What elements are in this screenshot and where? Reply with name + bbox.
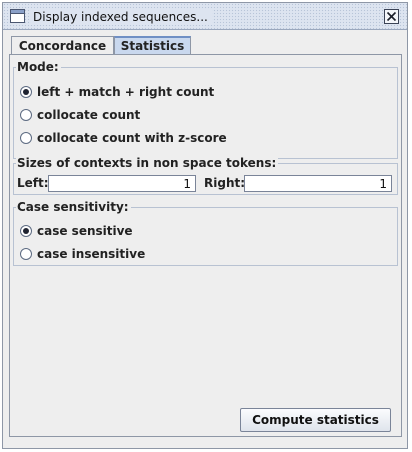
title-bar[interactable]: Display indexed sequences... <box>3 3 407 30</box>
tab-statistics[interactable]: Statistics <box>114 36 191 55</box>
radio-button[interactable] <box>20 109 32 121</box>
radio-label: left + match + right count <box>37 85 215 99</box>
radio-button[interactable] <box>20 248 32 260</box>
right-context-field[interactable] <box>244 175 392 192</box>
radio-label: case insensitive <box>37 247 146 261</box>
right-label: Right: <box>204 176 246 190</box>
window-title: Display indexed sequences... <box>31 9 212 25</box>
dialog-window: Display indexed sequences... Concordance… <box>2 2 408 449</box>
radio-label: collocate count with z-score <box>37 131 227 145</box>
context-sizes-title: Sizes of contexts in non space tokens: <box>16 156 279 171</box>
window-icon <box>10 9 25 23</box>
left-label: Left: <box>17 176 49 190</box>
radio-button-checked[interactable] <box>20 86 32 98</box>
case-sensitivity-group: Case sensitivity: case sensitive case in… <box>13 200 398 266</box>
close-button[interactable] <box>384 9 399 24</box>
radio-label: collocate count <box>37 108 141 122</box>
mode-group: Mode: left + match + right count colloca… <box>13 60 398 159</box>
compute-statistics-button[interactable]: Compute statistics <box>240 408 391 432</box>
left-context-field[interactable] <box>48 175 196 192</box>
radio-label: case sensitive <box>37 224 133 238</box>
case-sensitivity-title: Case sensitivity: <box>16 200 131 215</box>
statistics-panel: Mode: left + match + right count colloca… <box>9 54 402 437</box>
radio-button[interactable] <box>20 132 32 144</box>
radio-button-checked[interactable] <box>20 225 32 237</box>
tab-concordance[interactable]: Concordance <box>11 36 114 55</box>
context-sizes-group: Sizes of contexts in non space tokens: L… <box>13 156 398 195</box>
close-icon <box>386 11 397 22</box>
mode-group-title: Mode: <box>16 60 61 75</box>
